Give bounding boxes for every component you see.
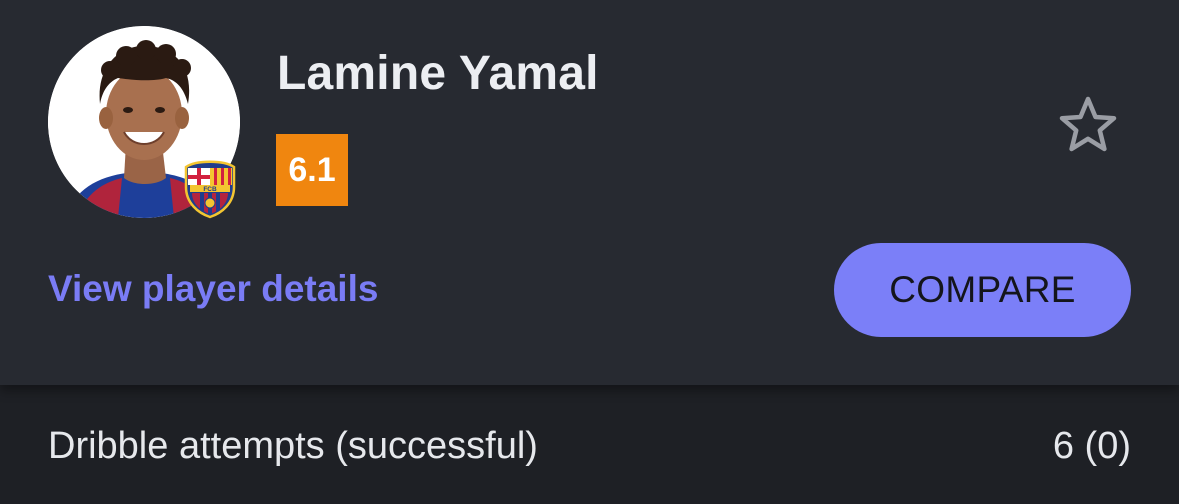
player-sheet: FCB Lamine Yamal 6.1 View player details… (0, 0, 1179, 504)
compare-button[interactable]: COMPARE (834, 243, 1131, 337)
stat-label: Dribble attempts (successful) (48, 425, 538, 467)
player-card: FCB Lamine Yamal 6.1 View player details… (0, 0, 1179, 385)
player-name: Lamine Yamal (277, 47, 599, 100)
rating-badge: 6.1 (276, 134, 348, 206)
view-player-details-link[interactable]: View player details (48, 268, 378, 310)
favorite-star-icon[interactable] (1055, 93, 1121, 155)
stat-row: Dribble attempts (successful) 6 (0) (0, 395, 1179, 504)
club-crest-letters: FCB (203, 186, 217, 193)
club-crest-icon: FCB (182, 157, 238, 219)
stat-value: 6 (0) (1052, 425, 1131, 467)
